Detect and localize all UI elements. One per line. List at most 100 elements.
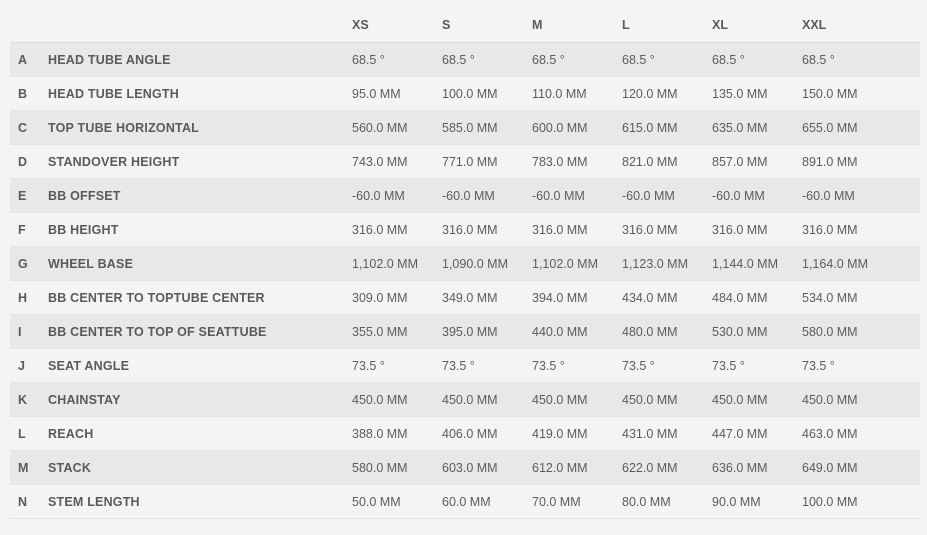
measurement-value: 395.0 MM xyxy=(442,324,498,339)
measurement-value: -60.0 MM xyxy=(712,188,765,203)
row-letter: G xyxy=(18,256,28,271)
measurement-value: 120.0 MM xyxy=(622,86,678,101)
measurement-value: 434.0 MM xyxy=(622,290,678,305)
measurement-value: 450.0 MM xyxy=(622,392,678,407)
table-body: A HEAD TUBE ANGLE 68.5 ° 68.5 ° 68.5 ° 68.5 °… xyxy=(10,43,920,519)
measurement-value: 50.0 MM xyxy=(352,494,401,509)
measurement-value: 447.0 MM xyxy=(712,426,768,441)
table-row: F BB HEIGHT 316.0 MM 316.0 MM 316.0 MM 316.0 … xyxy=(10,213,920,247)
measurement-value: 355.0 MM xyxy=(352,324,408,339)
measurement-value: 1,123.0 MM xyxy=(622,256,689,271)
row-measurement-name: STACK xyxy=(48,460,92,475)
row-measurement-name: CHAINSTAY xyxy=(48,392,121,407)
measurement-value: 649.0 MM xyxy=(802,460,858,475)
row-letter: M xyxy=(18,460,29,475)
table-row: N STEM LENGTH 50.0 MM 60.0 MM 70.0 MM 80.0 MM… xyxy=(10,485,920,519)
row-letter: N xyxy=(18,494,28,509)
measurement-value: 70.0 MM xyxy=(532,494,581,509)
measurement-value: 431.0 MM xyxy=(622,426,678,441)
size-header-xl: XL xyxy=(712,18,728,32)
row-measurement-name: STANDOVER HEIGHT xyxy=(48,154,180,169)
measurement-value: 440.0 MM xyxy=(532,324,588,339)
measurement-value: 135.0 MM xyxy=(712,86,768,101)
measurement-value: 68.5 ° xyxy=(802,52,835,67)
row-letter: A xyxy=(18,52,28,67)
measurement-value: 622.0 MM xyxy=(622,460,678,475)
measurement-value: -60.0 MM xyxy=(532,188,585,203)
measurement-value: 68.5 ° xyxy=(442,52,475,67)
row-measurement-name: BB CENTER TO TOP OF SEATTUBE xyxy=(48,324,267,339)
row-letter: H xyxy=(18,290,28,305)
table-row: I BB CENTER TO TOP OF SEATTUBE 355.0 MM 395… xyxy=(10,315,920,349)
measurement-value: 1,102.0 MM xyxy=(532,256,599,271)
size-header-xs: XS xyxy=(352,18,369,32)
measurement-value: 743.0 MM xyxy=(352,154,408,169)
row-measurement-name: HEAD TUBE LENGTH xyxy=(48,86,179,101)
measurement-value: 450.0 MM xyxy=(442,392,498,407)
row-measurement-name: SEAT ANGLE xyxy=(48,358,130,373)
measurement-value: 73.5 ° xyxy=(802,358,835,373)
table-row: B HEAD TUBE LENGTH 95.0 MM 100.0 MM 110.0 MM… xyxy=(10,77,920,111)
measurement-value: 655.0 MM xyxy=(802,120,858,135)
measurement-value: 1,164.0 MM xyxy=(802,256,869,271)
measurement-value: 891.0 MM xyxy=(802,154,858,169)
row-letter: F xyxy=(18,222,26,237)
size-header-xxl: XXL xyxy=(802,18,827,32)
table-row: L REACH 388.0 MM 406.0 MM 419.0 MM 431.0 MM 44… xyxy=(10,417,920,451)
measurement-value: 349.0 MM xyxy=(442,290,498,305)
geometry-table: XS S M L XL XXL A HEAD TUBE ANGLE 68.5 ° 68… xyxy=(10,8,920,519)
measurement-value: 68.5 ° xyxy=(532,52,565,67)
measurement-value: 60.0 MM xyxy=(442,494,491,509)
row-letter: C xyxy=(18,120,28,135)
measurement-value: 450.0 MM xyxy=(532,392,588,407)
size-header-l: L xyxy=(622,18,630,32)
measurement-value: 309.0 MM xyxy=(352,290,408,305)
measurement-value: 419.0 MM xyxy=(532,426,588,441)
row-measurement-name: STEM LENGTH xyxy=(48,494,140,509)
row-measurement-name: REACH xyxy=(48,426,94,441)
measurement-value: 484.0 MM xyxy=(712,290,768,305)
table-row: H BB CENTER TO TOPTUBE CENTER 309.0 MM 349.… xyxy=(10,281,920,315)
measurement-value: 150.0 MM xyxy=(802,86,858,101)
measurement-value: 580.0 MM xyxy=(352,460,408,475)
measurement-value: 450.0 MM xyxy=(712,392,768,407)
row-letter: I xyxy=(18,324,22,339)
table-row: E BB OFFSET -60.0 MM -60.0 MM -60.0 MM -60.0 … xyxy=(10,179,920,213)
measurement-value: 316.0 MM xyxy=(622,222,678,237)
row-letter: D xyxy=(18,154,28,169)
measurement-value: 73.5 ° xyxy=(712,358,745,373)
measurement-value: 534.0 MM xyxy=(802,290,858,305)
measurement-value: 771.0 MM xyxy=(442,154,498,169)
measurement-value: 316.0 MM xyxy=(442,222,498,237)
table-header-row: XS S M L XL XXL xyxy=(10,8,920,43)
measurement-value: 603.0 MM xyxy=(442,460,498,475)
measurement-value: 100.0 MM xyxy=(442,86,498,101)
measurement-value: 857.0 MM xyxy=(712,154,768,169)
measurement-value: 450.0 MM xyxy=(802,392,858,407)
row-measurement-name: BB CENTER TO TOPTUBE CENTER xyxy=(48,290,265,305)
row-measurement-name: WHEEL BASE xyxy=(48,256,134,271)
measurement-value: -60.0 MM xyxy=(442,188,495,203)
row-measurement-name: BB OFFSET xyxy=(48,188,121,203)
measurement-value: -60.0 MM xyxy=(352,188,405,203)
size-header-m: M xyxy=(532,18,543,32)
measurement-value: 450.0 MM xyxy=(352,392,408,407)
measurement-value: -60.0 MM xyxy=(622,188,675,203)
measurement-value: 636.0 MM xyxy=(712,460,768,475)
measurement-value: 73.5 ° xyxy=(352,358,385,373)
measurement-value: 783.0 MM xyxy=(532,154,588,169)
row-measurement-name: BB HEIGHT xyxy=(48,222,119,237)
row-letter: K xyxy=(18,392,28,407)
measurement-value: 68.5 ° xyxy=(622,52,655,67)
measurement-value: 68.5 ° xyxy=(712,52,745,67)
measurement-value: 463.0 MM xyxy=(802,426,858,441)
measurement-value: 406.0 MM xyxy=(442,426,498,441)
measurement-value: 316.0 MM xyxy=(712,222,768,237)
measurement-value: 635.0 MM xyxy=(712,120,768,135)
table-row: J SEAT ANGLE 73.5 ° 73.5 ° 73.5 ° 73.5 ° 73.5 … xyxy=(10,349,920,383)
table-row: D STANDOVER HEIGHT 743.0 MM 771.0 MM 783.0 M… xyxy=(10,145,920,179)
row-letter: E xyxy=(18,188,27,203)
measurement-value: 110.0 MM xyxy=(532,86,587,101)
table-row: C TOP TUBE HORIZONTAL 560.0 MM 585.0 MM 600.… xyxy=(10,111,920,145)
measurement-value: 600.0 MM xyxy=(532,120,588,135)
